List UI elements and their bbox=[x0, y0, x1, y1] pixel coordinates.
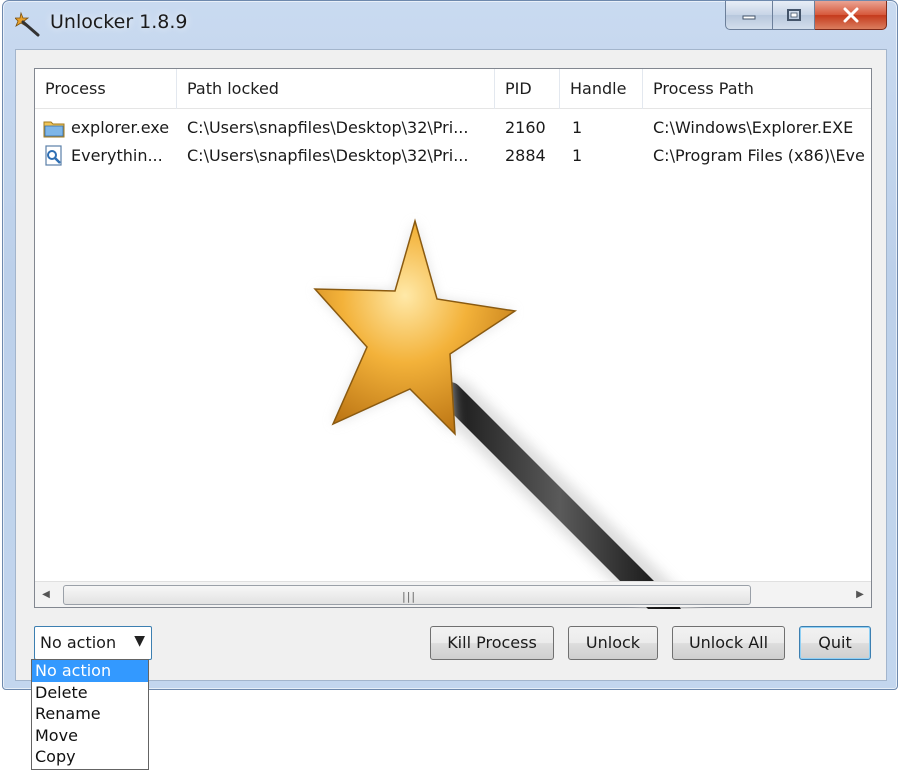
action-dropdown-list[interactable]: No action Delete Rename Move Copy bbox=[31, 659, 149, 770]
explorer-folder-icon bbox=[43, 121, 65, 138]
column-header-process-path[interactable]: Process Path bbox=[643, 69, 873, 109]
close-button[interactable] bbox=[815, 1, 887, 30]
window-title: Unlocker 1.8.9 bbox=[50, 11, 188, 33]
scroll-left-icon[interactable]: ◀ bbox=[35, 582, 57, 608]
kill-process-button[interactable]: Kill Process bbox=[430, 626, 554, 660]
dropdown-option-move[interactable]: Move bbox=[32, 725, 148, 747]
maximize-button[interactable] bbox=[773, 1, 815, 30]
cell-pid: 2160 bbox=[505, 118, 546, 137]
list-header: Process Path locked PID Handle Process P… bbox=[35, 69, 871, 109]
quit-button[interactable]: Quit bbox=[799, 626, 871, 660]
unlocker-window: Unlocker 1.8.9 Process Path locked PID H… bbox=[2, 0, 898, 690]
process-list[interactable]: Process Path locked PID Handle Process P… bbox=[34, 68, 872, 609]
chevron-down-icon[interactable]: ▼ bbox=[134, 633, 145, 649]
unlock-button[interactable]: Unlock bbox=[568, 626, 658, 660]
cell-process-path: C:\Windows\Explorer.EXE bbox=[653, 118, 854, 137]
action-combobox[interactable]: No action ▼ bbox=[34, 626, 152, 660]
cell-path-locked: C:\Users\snapfiles\Desktop\32\Pri... bbox=[187, 146, 469, 165]
cell-handle: 1 bbox=[572, 118, 583, 137]
scroll-right-icon[interactable]: ▶ bbox=[849, 582, 871, 608]
minimize-icon bbox=[742, 15, 756, 20]
unlocker-wand-icon bbox=[15, 11, 40, 37]
table-row[interactable]: Everythin... C:\Users\snapfiles\Desktop\… bbox=[35, 142, 871, 170]
dropdown-option-no-action[interactable]: No action bbox=[32, 660, 148, 682]
cell-path-locked: C:\Users\snapfiles\Desktop\32\Pri... bbox=[187, 118, 469, 137]
minimize-button[interactable] bbox=[725, 1, 773, 30]
dropdown-option-rename[interactable]: Rename bbox=[32, 703, 148, 725]
table-row[interactable]: explorer.exe C:\Users\snapfiles\Desktop\… bbox=[35, 114, 871, 142]
magic-wand-icon bbox=[313, 218, 698, 609]
maximize-icon bbox=[786, 9, 801, 21]
column-header-path-locked[interactable]: Path locked bbox=[177, 69, 495, 109]
cell-process-path: C:\Program Files (x86)\Eve bbox=[653, 146, 865, 165]
horizontal-scrollbar[interactable]: ◀ ||| ▶ bbox=[35, 581, 871, 607]
dropdown-option-delete[interactable]: Delete bbox=[32, 682, 148, 704]
action-combobox-value: No action bbox=[40, 633, 117, 652]
scrollbar-thumb[interactable]: ||| bbox=[63, 585, 751, 605]
column-header-process[interactable]: Process bbox=[35, 69, 177, 109]
cell-process: explorer.exe bbox=[71, 118, 170, 137]
column-header-pid[interactable]: PID bbox=[495, 69, 560, 109]
title-bar[interactable]: Unlocker 1.8.9 bbox=[3, 1, 897, 49]
everything-search-icon bbox=[45, 145, 62, 166]
unlock-all-button[interactable]: Unlock All bbox=[672, 626, 785, 660]
client-area: Process Path locked PID Handle Process P… bbox=[15, 49, 887, 681]
column-header-handle[interactable]: Handle bbox=[560, 69, 643, 109]
cell-process: Everythin... bbox=[71, 146, 163, 165]
cell-pid: 2884 bbox=[505, 146, 546, 165]
dropdown-option-copy[interactable]: Copy bbox=[32, 746, 148, 768]
cell-handle: 1 bbox=[572, 146, 583, 165]
grip-icon: ||| bbox=[402, 590, 417, 603]
close-icon bbox=[843, 7, 858, 23]
